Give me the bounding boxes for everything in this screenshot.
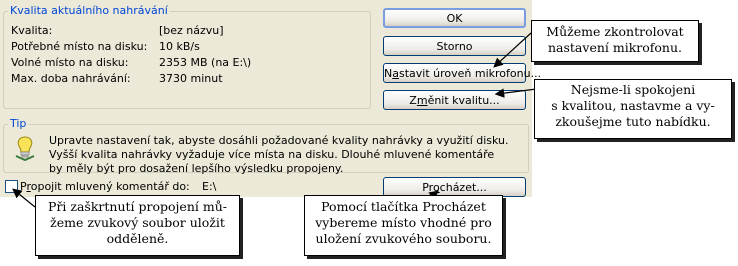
browse-callout-line3: uložení zvukového souboru.: [315, 231, 492, 246]
mic-callout: Můžeme zkontrolovat nastavení mikrofonu.: [531, 20, 699, 62]
browse-callout: Pomocí tlačítka Procházet vybereme místo…: [304, 195, 503, 256]
checkbox-callout-line1: Při zaškrtnutí propojení mů-: [48, 199, 227, 214]
quality-callout-line2: s kvalitou, nastavme a vy-: [551, 98, 715, 113]
quality-callout-line3: zkoušejme tuto nabídku.: [555, 114, 711, 129]
checkbox-callout-line3: odděleně.: [106, 231, 169, 246]
quality-callout: Nejsme-li spokojeni s kvalitou, nastavme…: [534, 79, 732, 139]
quality-callout-line1: Nejsme-li spokojeni: [570, 82, 696, 97]
browse-callout-line2: vybereme místo vhodné pro: [315, 215, 492, 230]
mic-callout-text: Můžeme zkontrolovat nastavení mikrofonu.: [546, 24, 684, 55]
checkbox-callout-arrow: [12, 188, 36, 208]
checkbox-callout-line2: žeme zvukový soubor uložit: [50, 215, 225, 230]
browse-callout-line1: Pomocí tlačítka Procházet: [321, 199, 486, 214]
mic-callout-arrow: [493, 32, 532, 68]
checkbox-callout: Při zaškrtnutí propojení mů- žeme zvukov…: [35, 195, 240, 256]
